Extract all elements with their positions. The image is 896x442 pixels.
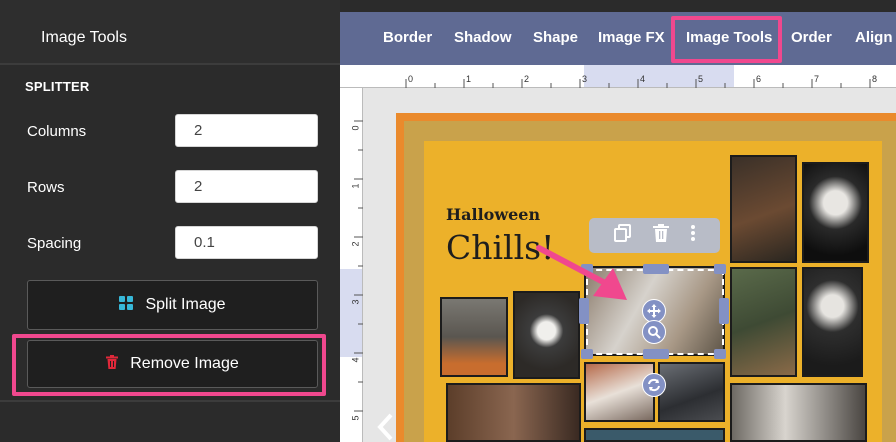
ruler-top-3: 3 [582,74,588,84]
photo-bottom-strip[interactable] [584,428,725,442]
resize-handle-top[interactable] [643,264,669,274]
photo-pumpkin-kids[interactable] [440,297,508,377]
trash-icon [106,354,119,374]
photo-two-kids[interactable] [446,383,581,442]
remove-image-button[interactable]: Remove Image [27,340,318,388]
ruler-top-4: 4 [640,74,646,84]
ruler-left-2: 2 [350,241,361,247]
photo-skeleton-child[interactable] [802,267,863,377]
more-options-icon[interactable] [690,224,696,247]
page-title-small: Halloween [446,205,541,224]
tab-align[interactable]: Align [855,29,893,46]
zoom-icon[interactable] [642,320,666,344]
chevron-left-icon[interactable] [376,412,394,442]
resize-handle-bottom-left[interactable] [581,349,593,359]
photo-skeleton-pair[interactable] [730,383,867,442]
ruler-top-5: 5 [698,74,704,84]
splitter-section-title: SPLITTER [25,79,90,94]
photo-witch-child[interactable] [730,155,797,263]
photo-harvest-hands[interactable] [730,267,797,377]
columns-input[interactable] [175,114,318,147]
tool-tab-bar: Border Shadow Shape Image FX Image Tools… [340,12,896,65]
spacing-label: Spacing [27,235,82,252]
image-tools-tab-highlight [671,16,782,63]
rows-label: Rows [27,179,65,196]
tab-order[interactable]: Order [791,29,832,46]
remove-image-label: Remove Image [130,355,239,372]
ruler-top-7: 7 [814,74,820,84]
resize-handle-right[interactable] [719,298,729,324]
ruler-left-4: 4 [350,357,361,363]
ruler-left-5: 5 [350,415,361,421]
spacing-input[interactable] [175,226,318,259]
panel-title: Image Tools [41,29,127,46]
horizontal-ruler: 0 1 2 3 4 5 6 7 8 [340,65,896,88]
panel-header: Image Tools [0,0,340,65]
tab-shadow[interactable]: Shadow [454,29,512,46]
annotation-arrow-icon [535,244,635,311]
ruler-top-0: 0 [408,74,414,84]
columns-label: Columns [27,123,87,140]
photo-batman-kid[interactable] [658,362,725,422]
split-image-button[interactable]: Split Image [27,280,318,330]
rotate-icon[interactable] [642,373,666,397]
panel-divider [0,400,340,402]
resize-handle-bottom-right[interactable] [714,349,726,359]
grid-icon [119,295,134,315]
rows-input[interactable] [175,170,318,203]
tab-image-fx[interactable]: Image FX [598,29,665,46]
resize-handle-bottom[interactable] [643,349,669,359]
ruler-top-8: 8 [872,74,878,84]
ruler-top-2: 2 [524,74,530,84]
ruler-top-1: 1 [466,74,472,84]
tab-border[interactable]: Border [383,29,432,46]
image-tools-panel: Image Tools SPLITTER Columns Rows Spacin… [0,0,340,442]
ruler-left-3: 3 [350,299,361,305]
ruler-top-6: 6 [756,74,762,84]
tab-shape[interactable]: Shape [533,29,578,46]
photo-skeleton-girl[interactable] [802,162,869,263]
split-image-label: Split Image [145,296,226,313]
ruler-left-1: 1 [350,183,361,189]
ruler-left-0: 0 [350,125,361,131]
vertical-ruler: 0 1 2 3 4 5 [340,88,363,442]
delete-icon[interactable] [653,224,670,247]
resize-handle-top-right[interactable] [714,264,726,274]
